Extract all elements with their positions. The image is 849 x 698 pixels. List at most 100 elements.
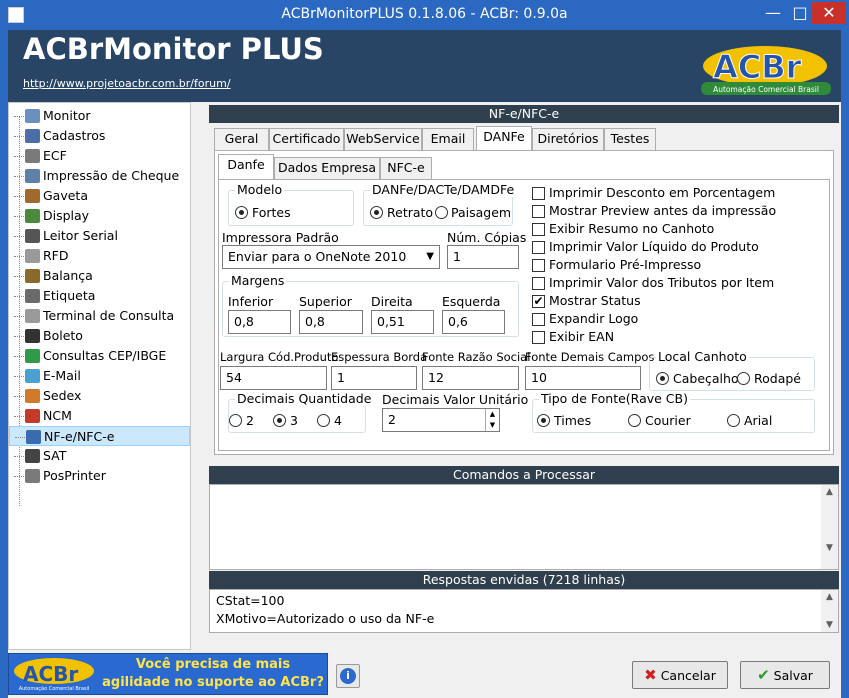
tab-diretorios[interactable]: Diretórios	[532, 128, 604, 150]
canhoto-rodape-radio[interactable]	[737, 372, 750, 385]
scale-icon	[25, 269, 40, 283]
direita-label: Direita	[371, 294, 413, 309]
espessura-input[interactable]: 1	[331, 366, 417, 390]
maximize-button[interactable]: □	[788, 2, 812, 24]
option-checkbox-label: Mostrar Status	[549, 293, 641, 308]
esquerda-label: Esquerda	[442, 294, 501, 309]
forum-link[interactable]: http://www.projetoacbr.com.br/forum/	[23, 77, 231, 90]
option-checkbox-label: Imprimir Valor Líquido do Produto	[549, 239, 759, 254]
option-checkbox[interactable]	[532, 205, 545, 218]
monitor-icon	[25, 109, 40, 123]
barcode-icon	[25, 329, 40, 343]
superior-input[interactable]: 0,8	[299, 310, 363, 334]
retrato-radio[interactable]	[370, 206, 383, 219]
option-checkbox-label: Expandir Logo	[549, 311, 639, 326]
fonte-times-radio[interactable]	[537, 414, 550, 427]
sidebar-item-label: Monitor	[43, 108, 91, 123]
tab-webservice[interactable]: WebService	[344, 128, 422, 150]
respostas-textarea[interactable]: CStat=100 XMotivo=Autorizado o uso da NF…	[209, 589, 839, 633]
svg-text:ACBr: ACBr	[23, 662, 78, 686]
terminal-icon	[25, 309, 40, 323]
dec-qtd-4-label: 4	[334, 413, 342, 428]
sidebar-tree[interactable]: Monitor Cadastros ECF Impressão de Cheque Ga…	[8, 102, 191, 650]
fonte-arial-radio[interactable]	[727, 414, 740, 427]
tab-strip: Geral Certificado WebService Email DANFe…	[214, 126, 834, 150]
sidebar-item[interactable]: NF-e/NFC-e	[9, 426, 190, 446]
impressora-label: Impressora Padrão	[222, 230, 339, 245]
tree-connector	[14, 296, 24, 297]
info-button[interactable]: i	[336, 664, 360, 688]
modelo-fortes-radio[interactable]	[235, 206, 248, 219]
tree-connector	[14, 216, 24, 217]
tab-danfe[interactable]: DANFe	[476, 126, 532, 150]
option-checkbox[interactable]	[532, 313, 545, 326]
fonte-demais-input[interactable]: 10	[525, 366, 641, 390]
tab-testes[interactable]: Testes	[604, 128, 656, 150]
espessura-label: Espessura Borda	[331, 350, 428, 364]
option-checkbox[interactable]	[532, 241, 545, 254]
dec-val-input[interactable]: 2 ▲ ▼	[382, 408, 500, 432]
tree-connector	[14, 176, 24, 177]
option-checkbox[interactable]	[532, 331, 545, 344]
tab-geral[interactable]: Geral	[214, 128, 269, 150]
option-checkbox[interactable]	[532, 259, 545, 272]
subtab-danfe[interactable]: Danfe	[218, 154, 274, 179]
window-title: ACBrMonitorPLUS 0.1.8.06 - ACBr: 0.9.0a	[281, 6, 568, 22]
canhoto-group: Local Canhoto Cabeçalho Rodapé	[649, 349, 815, 391]
sidebar-item-label: RFD	[43, 248, 69, 263]
subtab-dados-empresa[interactable]: Dados Empresa	[274, 157, 380, 179]
canhoto-cabecalho-radio[interactable]	[656, 372, 669, 385]
option-checkbox[interactable]	[532, 277, 545, 290]
fonte-razao-input[interactable]: 12	[422, 366, 519, 390]
orientation-label: DANFe/DACTe/DAMDFe	[370, 182, 517, 197]
impressora-select[interactable]: Enviar para o OneNote 2010 ▼	[222, 245, 440, 269]
tab-email[interactable]: Email	[422, 128, 474, 150]
comandos-scrollbar[interactable]: ▲ ▼	[821, 485, 838, 569]
comandos-textarea[interactable]: ▲ ▼	[209, 484, 839, 570]
cancel-x-icon: ✖	[644, 666, 657, 684]
sedex-icon	[25, 389, 40, 403]
fonte-courier-radio[interactable]	[628, 414, 641, 427]
dec-val-value: 2	[388, 412, 396, 427]
tab-certificado[interactable]: Certificado	[269, 128, 344, 150]
dec-qtd-2-radio[interactable]	[229, 414, 242, 427]
svg-text:Automação Comercial Brasil: Automação Comercial Brasil	[713, 85, 819, 94]
dec-qtd-4-radio[interactable]	[317, 414, 330, 427]
paisagem-radio[interactable]	[435, 206, 448, 219]
banner-logo: ACBr Automação Comercial Brasil	[14, 658, 94, 692]
inferior-input[interactable]: 0,8	[228, 310, 291, 334]
cancel-button[interactable]: ✖ Cancelar	[632, 661, 728, 689]
save-button[interactable]: ✔ Salvar	[740, 661, 830, 689]
tree-connector	[14, 356, 24, 357]
respostas-scrollbar[interactable]: ▲ ▼	[821, 590, 838, 632]
sidebar-item-label: E-Mail	[43, 368, 81, 383]
direita-input[interactable]: 0,51	[371, 310, 434, 334]
minimize-button[interactable]: —	[758, 2, 788, 24]
dec-qtd-3-radio[interactable]	[273, 414, 286, 427]
fonte-razao-label: Fonte Razão Social	[422, 350, 531, 364]
tree-connector	[14, 396, 24, 397]
copias-input[interactable]: 1	[447, 245, 519, 269]
email-icon	[25, 369, 40, 383]
app-header: ACBrMonitor PLUS http://www.projetoacbr.…	[8, 30, 841, 102]
tipo-fonte-label: Tipo de Fonte(Rave CB)	[539, 391, 690, 406]
tree-connector	[14, 316, 24, 317]
label-printer-icon	[25, 289, 40, 303]
largura-input[interactable]: 54	[220, 366, 327, 390]
barcode-reader-icon	[25, 229, 40, 243]
ncm-icon	[25, 409, 40, 423]
option-checkbox[interactable]	[532, 187, 545, 200]
esquerda-input[interactable]: 0,6	[442, 310, 505, 334]
option-checkbox[interactable]: ✔	[532, 295, 545, 308]
retrato-label: Retrato	[387, 205, 434, 220]
globe-icon	[25, 349, 40, 363]
subtab-nfce[interactable]: NFC-e	[380, 157, 432, 179]
sidebar-item-label: Leitor Serial	[43, 228, 118, 243]
dec-val-label: Decimais Valor Unitário	[382, 392, 529, 407]
svg-text:Automação Comercial Brasil: Automação Comercial Brasil	[19, 686, 90, 692]
support-banner[interactable]: ACBr Automação Comercial Brasil Você pre…	[8, 653, 328, 695]
dec-qtd-3-label: 3	[290, 413, 298, 428]
option-checkbox[interactable]	[532, 223, 545, 236]
close-button[interactable]: ✕	[812, 2, 846, 24]
spin-icon[interactable]: ▲ ▼	[485, 409, 499, 431]
